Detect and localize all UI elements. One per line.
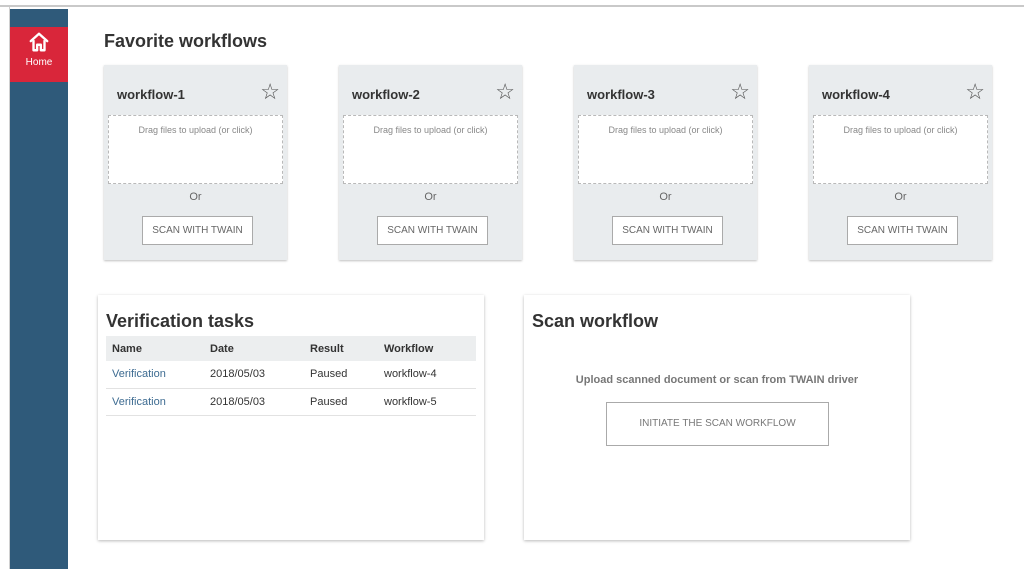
- dropzone-text: Drag files to upload (or click): [608, 125, 723, 135]
- workflow-card: workflow-4 ☆ Drag files to upload (or cl…: [809, 65, 992, 260]
- workflow-name: workflow-3: [587, 87, 655, 102]
- scan-with-twain-button[interactable]: SCAN WITH TWAIN: [377, 216, 488, 245]
- task-workflow: workflow-4: [378, 361, 476, 389]
- favorites-title: Favorite workflows: [104, 31, 268, 51]
- or-text: Or: [424, 191, 437, 203]
- task-result: Paused: [304, 388, 378, 416]
- workflow-name: workflow-1: [117, 87, 185, 102]
- dropzone-text: Drag files to upload (or click): [138, 125, 253, 135]
- scan-with-twain-button[interactable]: SCAN WITH TWAIN: [612, 216, 723, 245]
- star-outline-icon[interactable]: ☆: [495, 81, 515, 103]
- verification-tasks-title: Verification tasks: [106, 311, 255, 331]
- sidebar: Home: [10, 9, 68, 569]
- upload-dropzone[interactable]: Drag files to upload (or click): [578, 115, 753, 184]
- sidebar-item-home[interactable]: Home: [10, 27, 68, 82]
- task-date: 2018/05/03: [204, 361, 304, 389]
- task-name-link[interactable]: Verification: [106, 388, 204, 416]
- verification-tasks-panel: Verification tasks Name Date Result Work…: [98, 295, 484, 540]
- scan-workflow-panel: Scan workflow Upload scanned document or…: [524, 295, 910, 540]
- home-icon: [29, 32, 49, 52]
- column-header-workflow: Workflow: [378, 336, 476, 361]
- task-name-link[interactable]: Verification: [106, 361, 204, 389]
- scan-with-twain-button[interactable]: SCAN WITH TWAIN: [847, 216, 958, 245]
- workflow-card: workflow-1 ☆ Drag files to upload (or cl…: [104, 65, 287, 260]
- table-row: Verification 2018/05/03 Paused workflow-…: [106, 361, 476, 389]
- dropzone-text: Drag files to upload (or click): [843, 125, 958, 135]
- home-label: Home: [25, 57, 53, 68]
- table-row: Verification 2018/05/03 Paused workflow-…: [106, 388, 476, 416]
- task-result: Paused: [304, 361, 378, 389]
- workflow-name: workflow-4: [822, 87, 890, 102]
- column-header-date: Date: [204, 336, 304, 361]
- dropzone-text: Drag files to upload (or click): [373, 125, 488, 135]
- workflow-name: workflow-2: [352, 87, 420, 102]
- star-outline-icon[interactable]: ☆: [965, 81, 985, 103]
- upload-dropzone[interactable]: Drag files to upload (or click): [343, 115, 518, 184]
- task-date: 2018/05/03: [204, 388, 304, 416]
- column-header-name: Name: [106, 336, 204, 361]
- initiate-scan-workflow-button[interactable]: INITIATE THE SCAN WORKFLOW: [606, 402, 829, 446]
- scan-description: Upload scanned document or scan from TWA…: [575, 374, 859, 386]
- star-outline-icon[interactable]: ☆: [730, 81, 750, 103]
- workflow-card: workflow-2 ☆ Drag files to upload (or cl…: [339, 65, 522, 260]
- upload-dropzone[interactable]: Drag files to upload (or click): [108, 115, 283, 184]
- workflow-card: workflow-3 ☆ Drag files to upload (or cl…: [574, 65, 757, 260]
- or-text: Or: [894, 191, 907, 203]
- or-text: Or: [189, 191, 202, 203]
- table-header-row: Name Date Result Workflow: [106, 336, 476, 361]
- left-border: [0, 7, 10, 569]
- or-text: Or: [659, 191, 672, 203]
- verification-table: Name Date Result Workflow Verification 2…: [106, 336, 476, 416]
- top-border: [0, 0, 1024, 7]
- star-outline-icon[interactable]: ☆: [260, 81, 280, 103]
- task-workflow: workflow-5: [378, 388, 476, 416]
- scan-with-twain-button[interactable]: SCAN WITH TWAIN: [142, 216, 253, 245]
- column-header-result: Result: [304, 336, 378, 361]
- scan-workflow-title: Scan workflow: [532, 311, 659, 331]
- upload-dropzone[interactable]: Drag files to upload (or click): [813, 115, 988, 184]
